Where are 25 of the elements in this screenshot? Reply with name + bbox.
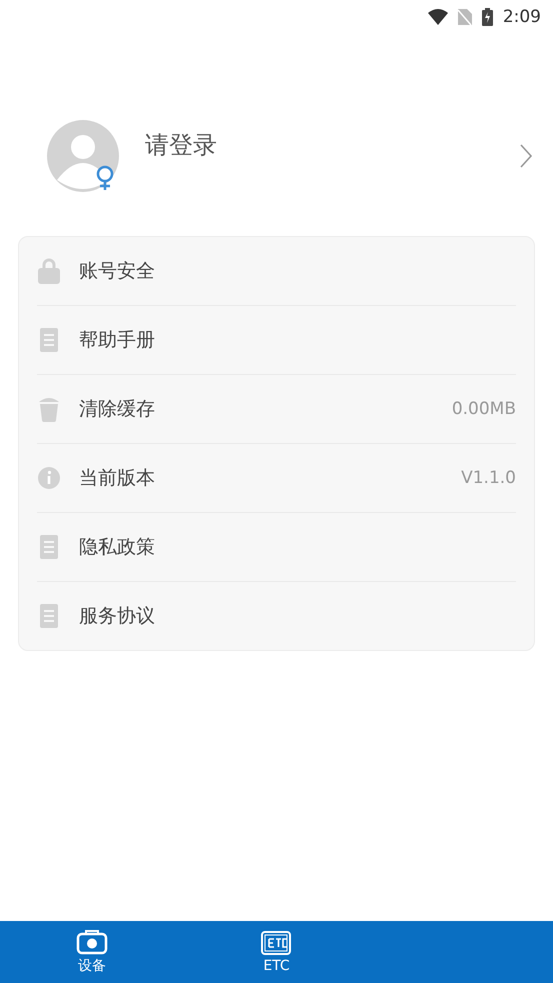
etc-icon (260, 930, 292, 956)
settings-item[interactable]: 服务协议 (79, 603, 516, 629)
settings-item[interactable]: 隐私政策 (79, 534, 516, 560)
document-icon (37, 533, 61, 561)
chevron-right-icon[interactable] (519, 143, 533, 169)
login-prompt[interactable]: 请登录 (145, 129, 519, 161)
battery-icon (482, 8, 493, 26)
avatar-icon[interactable] (47, 120, 119, 192)
settings-value: V1.1.0 (461, 468, 516, 488)
lock-icon (37, 257, 61, 285)
settings-item[interactable]: 账号安全 (79, 258, 516, 284)
settings-item[interactable]: 当前版本 (79, 465, 462, 491)
settings-item[interactable]: 清除缓存 (79, 396, 452, 422)
settings-value: 0.00MB (452, 399, 516, 419)
info-icon (37, 464, 61, 492)
nav-tab[interactable]: ETC (184, 921, 369, 983)
document-icon (37, 602, 61, 630)
wifi-icon (428, 9, 448, 25)
no-sim-icon (458, 9, 472, 25)
status-time: 2:09 (502, 7, 541, 27)
settings-item[interactable]: 帮助手册 (79, 327, 516, 353)
trash-icon (37, 395, 61, 423)
camera-icon (76, 929, 108, 955)
nav-tab[interactable]: 设备 (0, 921, 184, 983)
document-icon (37, 326, 61, 354)
